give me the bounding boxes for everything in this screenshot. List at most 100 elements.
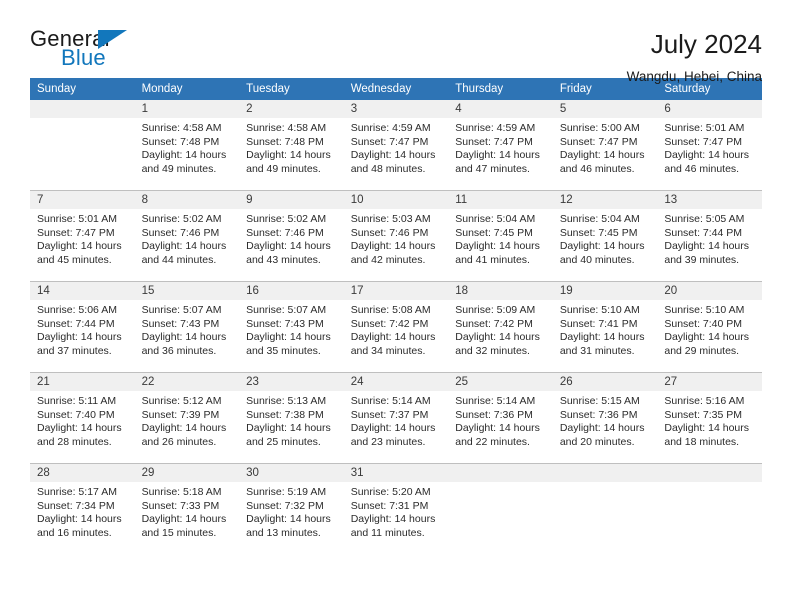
day-number: 29 [134, 464, 240, 482]
calendar-cell: 7 Sunrise: 5:01 AM Sunset: 7:47 PM Daylight… [30, 190, 135, 282]
day-detail-sunrise: Sunrise: 5:10 AM [664, 304, 745, 316]
day-cell[interactable]: 1 Sunrise: 4:58 AM Sunset: 7:48 PM Daylight… [134, 100, 240, 190]
day-details: Sunrise: 5:09 AM Sunset: 7:42 PM Daylight:… [448, 300, 553, 358]
day-cell[interactable]: 29 Sunrise: 5:18 AM Sunset: 7:33 PM Dayligh… [134, 464, 240, 554]
day-detail-daylight2: and 48 minutes. [350, 162, 426, 175]
day-cell[interactable]: 18 Sunrise: 5:09 AM Sunset: 7:42 PM Dayligh… [448, 282, 553, 372]
day-cell[interactable]: 19 Sunrise: 5:10 AM Sunset: 7:41 PM Dayligh… [552, 282, 658, 372]
day-cell[interactable]: 2 Sunrise: 4:58 AM Sunset: 7:48 PM Daylight… [239, 100, 344, 190]
calendar-cell: 3 Sunrise: 4:59 AM Sunset: 7:47 PM Daylight… [343, 100, 449, 191]
day-details: Sunrise: 5:03 AM Sunset: 7:46 PM Daylight:… [344, 209, 449, 267]
day-detail-sunset: Sunset: 7:47 PM [350, 135, 429, 148]
day-detail-sunset: Sunset: 7:34 PM [37, 499, 115, 512]
day-detail-daylight2: and 23 minutes. [350, 435, 426, 448]
day-cell[interactable]: 20 Sunrise: 5:10 AM Sunset: 7:40 PM Dayligh… [657, 282, 762, 372]
calendar-page: General Blue July 2024 Wangdu, Hebei, Ch… [0, 0, 792, 612]
day-detail-daylight2: and 47 minutes. [455, 162, 530, 175]
day-cell[interactable]: 9 Sunrise: 5:02 AM Sunset: 7:46 PM Daylight… [239, 191, 344, 281]
brand-logo[interactable]: General Blue [30, 28, 160, 78]
weekday-header-sunday: Sunday [30, 78, 135, 100]
day-cell[interactable]: 11 Sunrise: 5:04 AM Sunset: 7:45 PM Dayligh… [448, 191, 553, 281]
day-detail-sunset: Sunset: 7:45 PM [559, 226, 638, 239]
day-cell[interactable]: 26 Sunrise: 5:15 AM Sunset: 7:36 PM Dayligh… [552, 373, 658, 463]
day-detail-daylight1: Daylight: 14 hours [246, 513, 331, 526]
day-cell[interactable]: 25 Sunrise: 5:14 AM Sunset: 7:36 PM Dayligh… [448, 373, 553, 463]
day-cell[interactable]: 17 Sunrise: 5:08 AM Sunset: 7:42 PM Dayligh… [343, 282, 449, 372]
calendar-cell: 19 Sunrise: 5:10 AM Sunset: 7:41 PM Dayligh… [552, 281, 658, 373]
day-detail-daylight1: Daylight: 14 hours [559, 149, 645, 162]
calendar-cell: 21 Sunrise: 5:11 AM Sunset: 7:40 PM Dayligh… [30, 372, 135, 464]
day-detail-daylight2: and 46 minutes. [664, 162, 740, 175]
day-detail-daylight1: Daylight: 14 hours [559, 331, 645, 344]
day-detail-sunset: Sunset: 7:39 PM [141, 408, 220, 421]
day-detail-sunrise: Sunrise: 5:20 AM [350, 486, 431, 498]
day-number: 5 [552, 100, 658, 118]
day-cell[interactable]: 22 Sunrise: 5:12 AM Sunset: 7:39 PM Dayligh… [134, 373, 240, 463]
calendar-cell: 11 Sunrise: 5:04 AM Sunset: 7:45 PM Dayligh… [448, 190, 553, 282]
day-cell[interactable]: 27 Sunrise: 5:16 AM Sunset: 7:35 PM Dayligh… [657, 373, 762, 463]
calendar-cell: 25 Sunrise: 5:14 AM Sunset: 7:36 PM Dayligh… [448, 372, 553, 464]
day-cell[interactable]: 8 Sunrise: 5:02 AM Sunset: 7:46 PM Daylight… [134, 191, 240, 281]
day-cell[interactable]: 21 Sunrise: 5:11 AM Sunset: 7:40 PM Dayligh… [30, 373, 135, 463]
calendar-cell: 30 Sunrise: 5:19 AM Sunset: 7:32 PM Dayligh… [239, 463, 344, 554]
day-detail-sunrise: Sunrise: 5:18 AM [141, 486, 222, 498]
day-detail-sunset: Sunset: 7:38 PM [246, 408, 324, 421]
day-number: 19 [552, 282, 658, 300]
day-number [657, 464, 762, 482]
weekday-header-monday: Monday [134, 78, 240, 100]
day-detail-daylight2: and 16 minutes. [37, 526, 112, 539]
day-number: 6 [657, 100, 762, 118]
day-cell[interactable]: 7 Sunrise: 5:01 AM Sunset: 7:47 PM Daylight… [30, 191, 135, 281]
day-detail-daylight1: Daylight: 14 hours [455, 331, 540, 344]
day-cell[interactable]: 31 Sunrise: 5:20 AM Sunset: 7:31 PM Dayligh… [343, 464, 449, 554]
day-detail-daylight1: Daylight: 14 hours [455, 149, 540, 162]
calendar-body: 1 Sunrise: 4:58 AM Sunset: 7:48 PM Daylight… [30, 100, 762, 554]
day-detail-daylight1: Daylight: 14 hours [246, 331, 331, 344]
day-cell[interactable]: 12 Sunrise: 5:04 AM Sunset: 7:45 PM Dayligh… [552, 191, 658, 281]
day-cell[interactable]: 23 Sunrise: 5:13 AM Sunset: 7:38 PM Dayligh… [239, 373, 344, 463]
day-detail-daylight1: Daylight: 14 hours [350, 149, 436, 162]
day-cell[interactable]: 15 Sunrise: 5:07 AM Sunset: 7:43 PM Dayligh… [134, 282, 240, 372]
day-cell[interactable]: 3 Sunrise: 4:59 AM Sunset: 7:47 PM Daylight… [343, 100, 449, 190]
day-details: Sunrise: 5:07 AM Sunset: 7:43 PM Daylight:… [239, 300, 344, 358]
day-cell[interactable]: 13 Sunrise: 5:05 AM Sunset: 7:44 PM Dayligh… [657, 191, 762, 281]
day-cell[interactable]: 24 Sunrise: 5:14 AM Sunset: 7:37 PM Dayligh… [343, 373, 449, 463]
day-detail-daylight2: and 32 minutes. [455, 344, 530, 357]
day-detail-sunrise: Sunrise: 5:12 AM [141, 395, 222, 407]
day-details: Sunrise: 5:19 AM Sunset: 7:32 PM Daylight:… [239, 482, 344, 540]
day-number: 7 [30, 191, 135, 209]
day-detail-daylight2: and 18 minutes. [664, 435, 740, 448]
day-detail-daylight1: Daylight: 14 hours [141, 513, 227, 526]
day-detail-daylight2: and 13 minutes. [246, 526, 321, 539]
day-cell[interactable]: 10 Sunrise: 5:03 AM Sunset: 7:46 PM Dayligh… [343, 191, 449, 281]
day-detail-sunrise: Sunrise: 5:07 AM [246, 304, 327, 316]
day-cell[interactable]: 4 Sunrise: 4:59 AM Sunset: 7:47 PM Daylight… [448, 100, 553, 190]
day-detail-sunset: Sunset: 7:48 PM [246, 135, 324, 148]
day-cell[interactable]: 16 Sunrise: 5:07 AM Sunset: 7:43 PM Dayligh… [239, 282, 344, 372]
day-detail-daylight1: Daylight: 14 hours [141, 422, 227, 435]
day-detail-sunset: Sunset: 7:44 PM [664, 226, 743, 239]
day-detail-sunset: Sunset: 7:33 PM [141, 499, 220, 512]
calendar-cell: 1 Sunrise: 4:58 AM Sunset: 7:48 PM Daylight… [134, 100, 240, 191]
day-detail-sunset: Sunset: 7:31 PM [350, 499, 429, 512]
day-cell[interactable]: 5 Sunrise: 5:00 AM Sunset: 7:47 PM Daylight… [552, 100, 658, 190]
day-detail-sunset: Sunset: 7:45 PM [455, 226, 533, 239]
day-cell[interactable]: 30 Sunrise: 5:19 AM Sunset: 7:32 PM Dayligh… [239, 464, 344, 554]
calendar-table: Sunday Monday Tuesday Wednesday Thursday… [30, 78, 762, 554]
day-number: 27 [657, 373, 762, 391]
page-title: July 2024 [650, 29, 762, 59]
day-detail-sunset: Sunset: 7:42 PM [350, 317, 429, 330]
day-details: Sunrise: 5:05 AM Sunset: 7:44 PM Daylight:… [657, 209, 762, 267]
day-detail-sunrise: Sunrise: 5:04 AM [455, 213, 536, 225]
calendar-cell: 23 Sunrise: 5:13 AM Sunset: 7:38 PM Dayligh… [239, 372, 344, 464]
day-cell[interactable]: 28 Sunrise: 5:17 AM Sunset: 7:34 PM Dayligh… [30, 464, 135, 554]
day-detail-sunrise: Sunrise: 5:16 AM [664, 395, 745, 407]
day-cell[interactable]: 6 Sunrise: 5:01 AM Sunset: 7:47 PM Daylight… [657, 100, 762, 190]
calendar-cell: 26 Sunrise: 5:15 AM Sunset: 7:36 PM Dayligh… [552, 372, 658, 464]
calendar-cell: 31 Sunrise: 5:20 AM Sunset: 7:31 PM Dayligh… [343, 463, 449, 554]
day-cell[interactable]: 14 Sunrise: 5:06 AM Sunset: 7:44 PM Dayligh… [30, 282, 135, 372]
day-detail-sunset: Sunset: 7:32 PM [246, 499, 324, 512]
calendar-cell: 20 Sunrise: 5:10 AM Sunset: 7:40 PM Dayligh… [657, 281, 762, 373]
day-detail-daylight1: Daylight: 14 hours [559, 422, 645, 435]
weekday-header-thursday: Thursday [448, 78, 553, 100]
